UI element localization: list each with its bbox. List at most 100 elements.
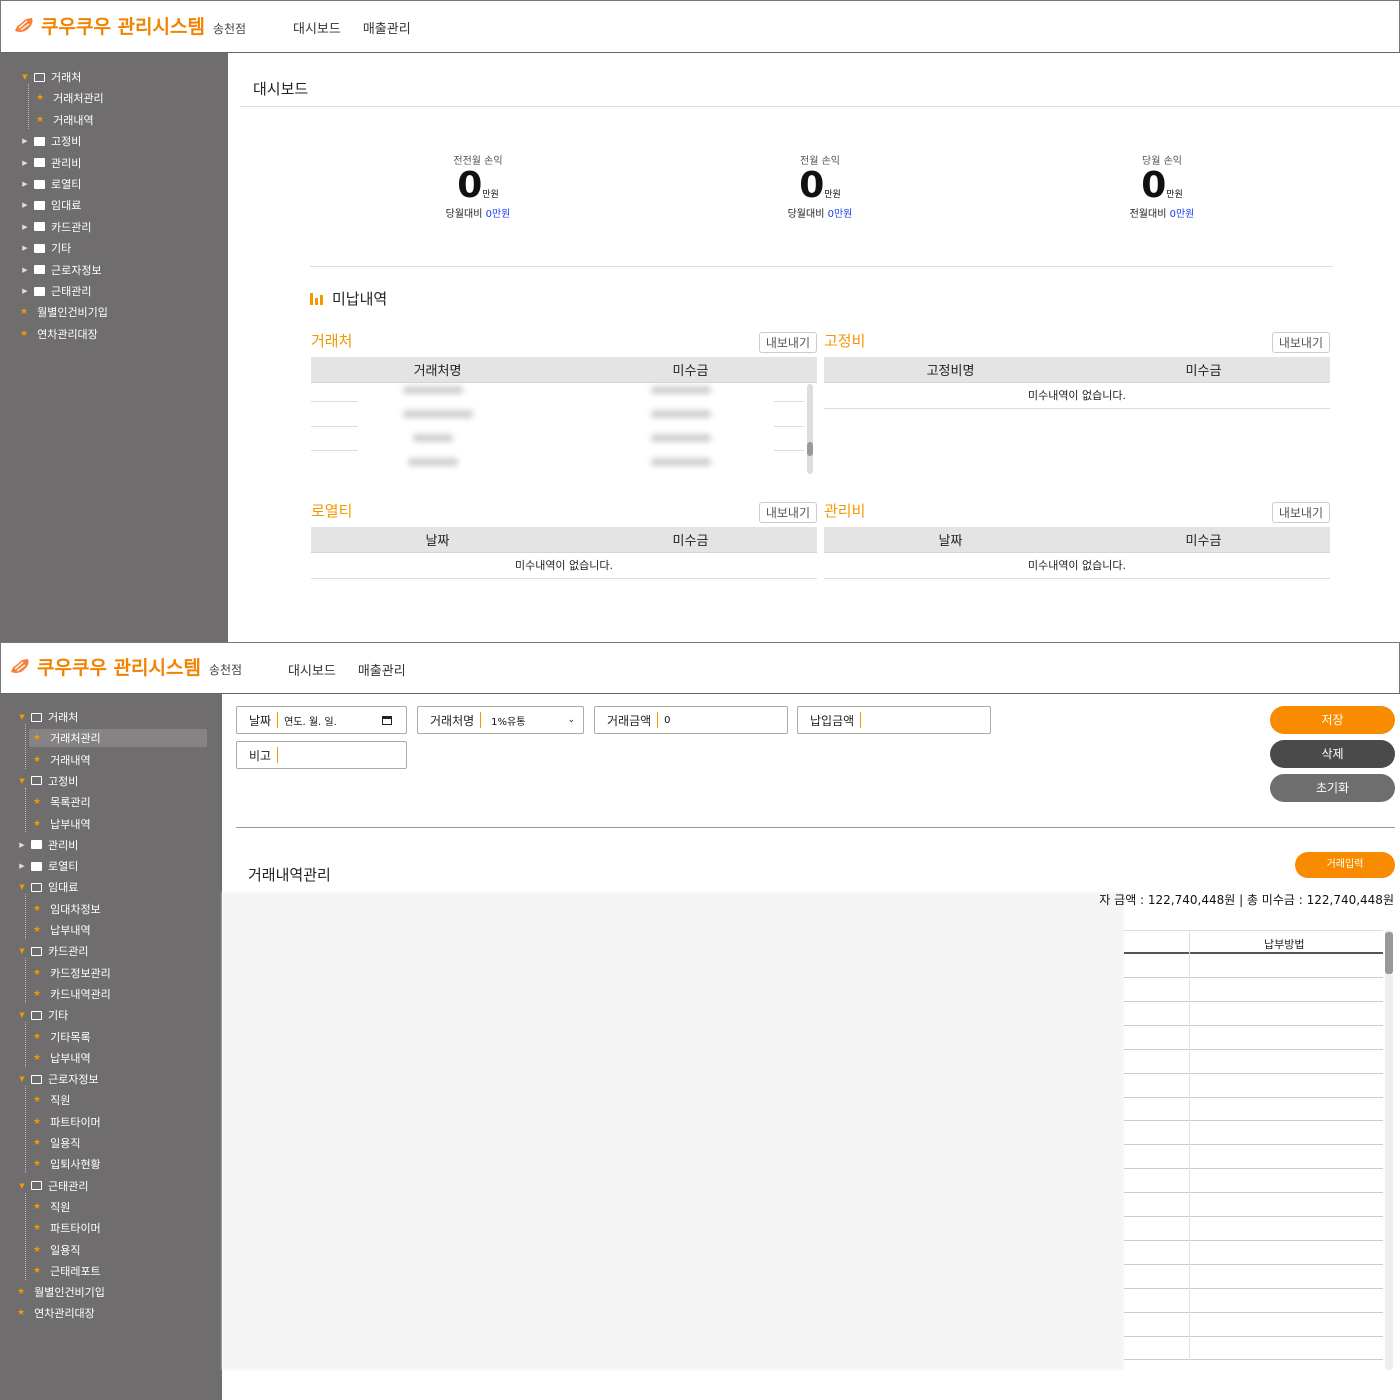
sidebar-folder[interactable]: ▶ 카드관리: [20, 218, 91, 236]
sidebar-item[interactable]: ★ 일용직: [33, 1241, 80, 1259]
app-logo[interactable]: 쿠우쿠우 관리시스템 송천점: [9, 652, 242, 680]
calendar-icon[interactable]: [382, 715, 392, 725]
sidebar-item[interactable]: ★ 납부내역: [33, 815, 91, 833]
nav-dashboard[interactable]: 대시보드: [288, 660, 336, 679]
sidebar-folder[interactable]: ▶ 관리비: [20, 154, 81, 172]
table-row[interactable]: [1124, 1216, 1383, 1241]
sidebar-item[interactable]: ★ 직원: [33, 1198, 70, 1216]
note-field[interactable]: 비고: [236, 741, 407, 769]
sidebar-folder[interactable]: ▼ 거래처: [20, 68, 81, 86]
sidebar-folder[interactable]: ▶ 근로자정보: [20, 261, 101, 279]
sidebar-item[interactable]: ★ 입퇴사현황: [33, 1155, 101, 1173]
caret-right-icon[interactable]: ▶: [20, 159, 30, 167]
caret-right-icon[interactable]: ▶: [20, 137, 30, 145]
table-row[interactable]: [1124, 1073, 1383, 1098]
sidebar-item[interactable]: ★ 직원: [33, 1091, 70, 1109]
reset-button[interactable]: 초기화: [1270, 774, 1395, 802]
caret-right-icon[interactable]: ▶: [17, 841, 27, 849]
table-row[interactable]: [1124, 1145, 1383, 1170]
caret-right-icon[interactable]: ▶: [20, 287, 30, 295]
table-row[interactable]: [1124, 954, 1383, 978]
add-transaction-button[interactable]: 거래입력: [1295, 852, 1395, 878]
export-button[interactable]: 내보내기: [758, 332, 817, 353]
table-row[interactable]: [1124, 1312, 1383, 1337]
caret-down-icon[interactable]: ▼: [17, 713, 27, 721]
sidebar-item[interactable]: ★ 월별인건비기입: [17, 1283, 105, 1301]
nav-sales[interactable]: 매출관리: [358, 660, 406, 679]
sidebar-folder[interactable]: ▼ 카드관리: [17, 942, 88, 960]
date-input[interactable]: 연도. 월. 일.: [284, 713, 382, 728]
sidebar-item[interactable]: ★ 카드정보관리: [33, 964, 111, 982]
sidebar-folder[interactable]: ▼ 거래처: [17, 708, 78, 726]
sidebar-item[interactable]: ★ 파트타이머: [33, 1113, 101, 1131]
sidebar-item[interactable]: ★ 납부내역: [33, 1049, 91, 1067]
sidebar-item[interactable]: ★ 연차관리대장: [17, 1304, 95, 1322]
sidebar-item[interactable]: ★ 거래내역: [33, 751, 91, 769]
table-row[interactable]: [1124, 1193, 1383, 1217]
sidebar-folder[interactable]: ▶ 관리비: [17, 836, 78, 854]
export-button[interactable]: 내보내기: [758, 502, 817, 523]
table-row[interactable]: [1124, 1121, 1383, 1146]
caret-down-icon[interactable]: ▼: [17, 883, 27, 891]
sidebar-folder[interactable]: ▶ 근태관리: [20, 282, 91, 300]
save-button[interactable]: 저장: [1270, 706, 1395, 734]
caret-down-icon[interactable]: ▼: [17, 1182, 27, 1190]
sidebar-item[interactable]: ★ 기타목록: [33, 1028, 91, 1046]
export-button[interactable]: 내보내기: [1271, 502, 1330, 523]
caret-right-icon[interactable]: ▶: [20, 223, 30, 231]
sidebar-item[interactable]: ★ 파트타이머: [33, 1219, 101, 1237]
caret-right-icon[interactable]: ▶: [20, 180, 30, 188]
sidebar-folder[interactable]: ▼ 근태관리: [17, 1177, 88, 1195]
sidebar-item[interactable]: ★ 월별인건비기입: [20, 303, 108, 321]
table-row[interactable]: [1124, 1097, 1383, 1122]
sidebar-item[interactable]: ★ 거래처관리: [29, 729, 207, 748]
sidebar-folder[interactable]: ▶ 고정비: [20, 132, 81, 150]
sidebar-folder[interactable]: ▼ 임대료: [17, 878, 78, 896]
scrollbar[interactable]: [807, 384, 813, 474]
nav-sales[interactable]: 매출관리: [363, 18, 411, 37]
sidebar-folder[interactable]: ▶ 로열티: [17, 857, 78, 875]
sidebar-item[interactable]: ★ 카드내역관리: [33, 985, 111, 1003]
caret-down-icon[interactable]: ▼: [17, 1075, 27, 1083]
sidebar-item[interactable]: ★ 거래처관리: [36, 89, 104, 107]
sidebar-folder[interactable]: ▶ 로열티: [20, 175, 81, 193]
caret-right-icon[interactable]: ▶: [20, 266, 30, 274]
sidebar-item[interactable]: ★ 근태레포트: [33, 1262, 101, 1280]
sidebar-item[interactable]: ★ 납부내역: [33, 921, 91, 939]
sidebar-item[interactable]: ★ 연차관리대장: [20, 325, 98, 343]
table-row[interactable]: [1124, 1288, 1383, 1313]
sidebar-folder[interactable]: ▶ 기타: [20, 239, 71, 257]
app-logo[interactable]: 쿠우쿠우 관리시스템 송천점: [13, 11, 246, 39]
vendor-select[interactable]: 거래처명 1%유통 ⌄: [417, 706, 584, 734]
sidebar-folder[interactable]: ▼ 근로자정보: [17, 1070, 98, 1088]
caret-right-icon[interactable]: ▶: [20, 201, 30, 209]
table-row[interactable]: [1124, 1336, 1383, 1361]
caret-down-icon[interactable]: ▼: [17, 777, 27, 785]
table-row[interactable]: [1124, 1264, 1383, 1289]
sidebar-item[interactable]: ★ 거래내역: [36, 111, 94, 129]
sidebar-folder[interactable]: ▶ 임대료: [20, 196, 81, 214]
table-row[interactable]: [1124, 1025, 1383, 1050]
sidebar-folder[interactable]: ▼ 고정비: [17, 772, 78, 790]
date-field[interactable]: 날짜 연도. 월. 일.: [236, 706, 407, 734]
table-row[interactable]: [1124, 1169, 1383, 1194]
table-row[interactable]: [1124, 1001, 1383, 1026]
delete-button[interactable]: 삭제: [1270, 740, 1395, 768]
table-row[interactable]: [1124, 1240, 1383, 1265]
amount-field[interactable]: 거래금액 0: [594, 706, 788, 734]
sidebar-item[interactable]: ★ 목록관리: [33, 793, 91, 811]
amount-input[interactable]: 0: [664, 715, 670, 726]
caret-down-icon[interactable]: ▼: [20, 73, 30, 81]
paid-amount-field[interactable]: 납입금액: [797, 706, 991, 734]
scrollbar[interactable]: [1385, 930, 1393, 1370]
caret-down-icon[interactable]: ▼: [17, 1011, 27, 1019]
nav-dashboard[interactable]: 대시보드: [293, 18, 341, 37]
table-row[interactable]: [1124, 977, 1383, 1002]
caret-right-icon[interactable]: ▶: [17, 862, 27, 870]
sidebar-item[interactable]: ★ 일용직: [33, 1134, 80, 1152]
caret-down-icon[interactable]: ▼: [17, 947, 27, 955]
sidebar-item[interactable]: ★ 임대차정보: [33, 900, 101, 918]
table-row[interactable]: [1124, 1049, 1383, 1074]
caret-right-icon[interactable]: ▶: [20, 244, 30, 252]
export-button[interactable]: 내보내기: [1271, 332, 1330, 353]
